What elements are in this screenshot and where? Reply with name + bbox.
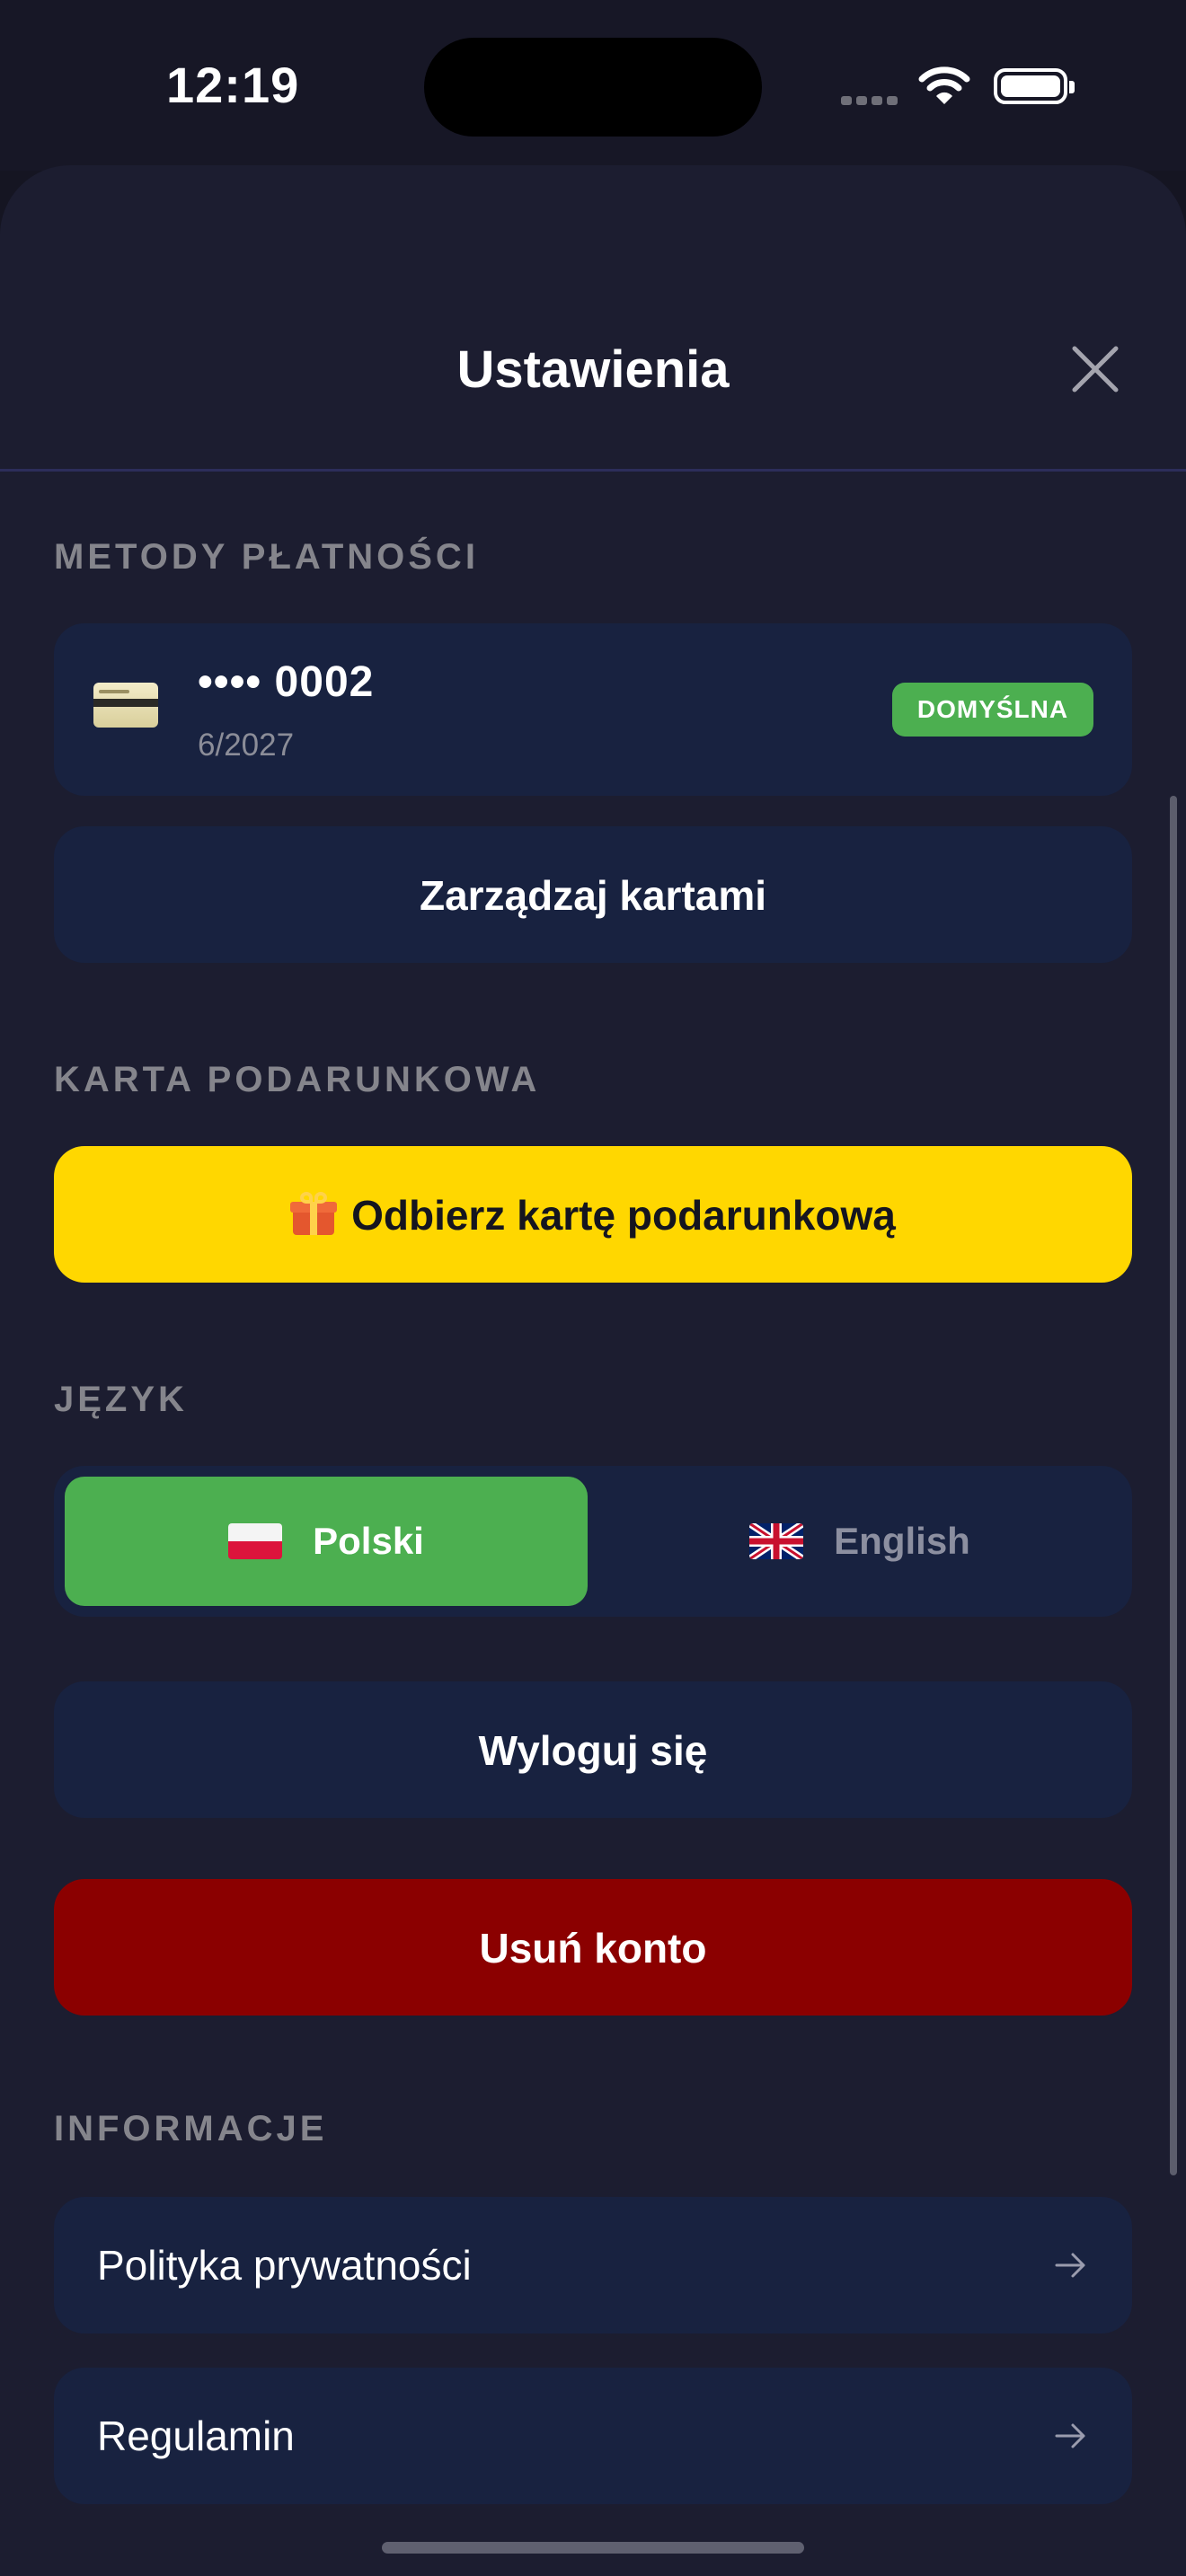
arrow-right-icon [1055, 2253, 1085, 2278]
home-indicator[interactable] [382, 2542, 804, 2554]
manage-cards-button[interactable]: Zarządzaj kartami [54, 826, 1132, 963]
header-divider [0, 469, 1186, 472]
redeem-gift-card-label: Odbierz kartę podarunkową [351, 1192, 896, 1239]
terms-row[interactable]: Regulamin [54, 2368, 1132, 2504]
page-title: Ustawienia [456, 340, 730, 399]
section-label-info: INFORMACJE [54, 2109, 328, 2148]
close-icon[interactable] [1066, 340, 1125, 399]
credit-card-icon [93, 683, 158, 728]
cellular-signal-icon [841, 93, 904, 105]
language-option-polski[interactable]: Polski [65, 1477, 588, 1606]
card-number: •••• 0002 [198, 658, 375, 706]
language-option-label: English [834, 1520, 970, 1562]
logout-button[interactable]: Wyloguj się [54, 1681, 1132, 1818]
payment-card-item[interactable]: •••• 0002 6/2027 DOMYŚLNA [54, 623, 1132, 796]
arrow-right-icon [1055, 2423, 1085, 2448]
privacy-policy-row[interactable]: Polityka prywatności [54, 2197, 1132, 2333]
settings-sheet: Ustawienia METODY PŁATNOŚCI •••• 0002 6/… [0, 165, 1186, 2576]
language-option-label: Polski [313, 1520, 424, 1562]
dynamic-island [424, 38, 762, 137]
wifi-icon [918, 66, 970, 104]
sheet-header: Ustawienia [0, 165, 1186, 472]
gift-icon [290, 1192, 338, 1235]
status-time: 12:19 [166, 57, 300, 113]
delete-account-label: Usuń konto [479, 1925, 707, 1972]
delete-account-button[interactable]: Usuń konto [54, 1879, 1132, 2016]
poland-flag-icon [228, 1523, 283, 1559]
manage-cards-label: Zarządzaj kartami [419, 872, 767, 919]
redeem-gift-card-content: Odbierz kartę podarunkową [54, 1191, 1132, 1239]
terms-label: Regulamin [97, 2413, 295, 2459]
uk-flag-icon [749, 1523, 804, 1559]
scrollbar[interactable] [1170, 796, 1177, 2175]
card-expiry: 6/2027 [198, 728, 295, 763]
section-label-language: JĘZYK [54, 1380, 188, 1419]
section-label-payment-methods: METODY PŁATNOŚCI [54, 537, 479, 577]
redeem-gift-card-button[interactable]: Odbierz kartę podarunkową [54, 1146, 1132, 1283]
battery-icon [994, 68, 1075, 104]
language-option-english[interactable]: English [598, 1477, 1121, 1606]
default-badge: DOMYŚLNA [892, 683, 1093, 737]
section-label-gift-card: KARTA PODARUNKOWA [54, 1060, 541, 1099]
language-toggle: Polski English [54, 1466, 1132, 1617]
status-bar: 12:19 [0, 0, 1186, 171]
logout-label: Wyloguj się [478, 1727, 708, 1774]
privacy-policy-label: Polityka prywatności [97, 2242, 472, 2289]
